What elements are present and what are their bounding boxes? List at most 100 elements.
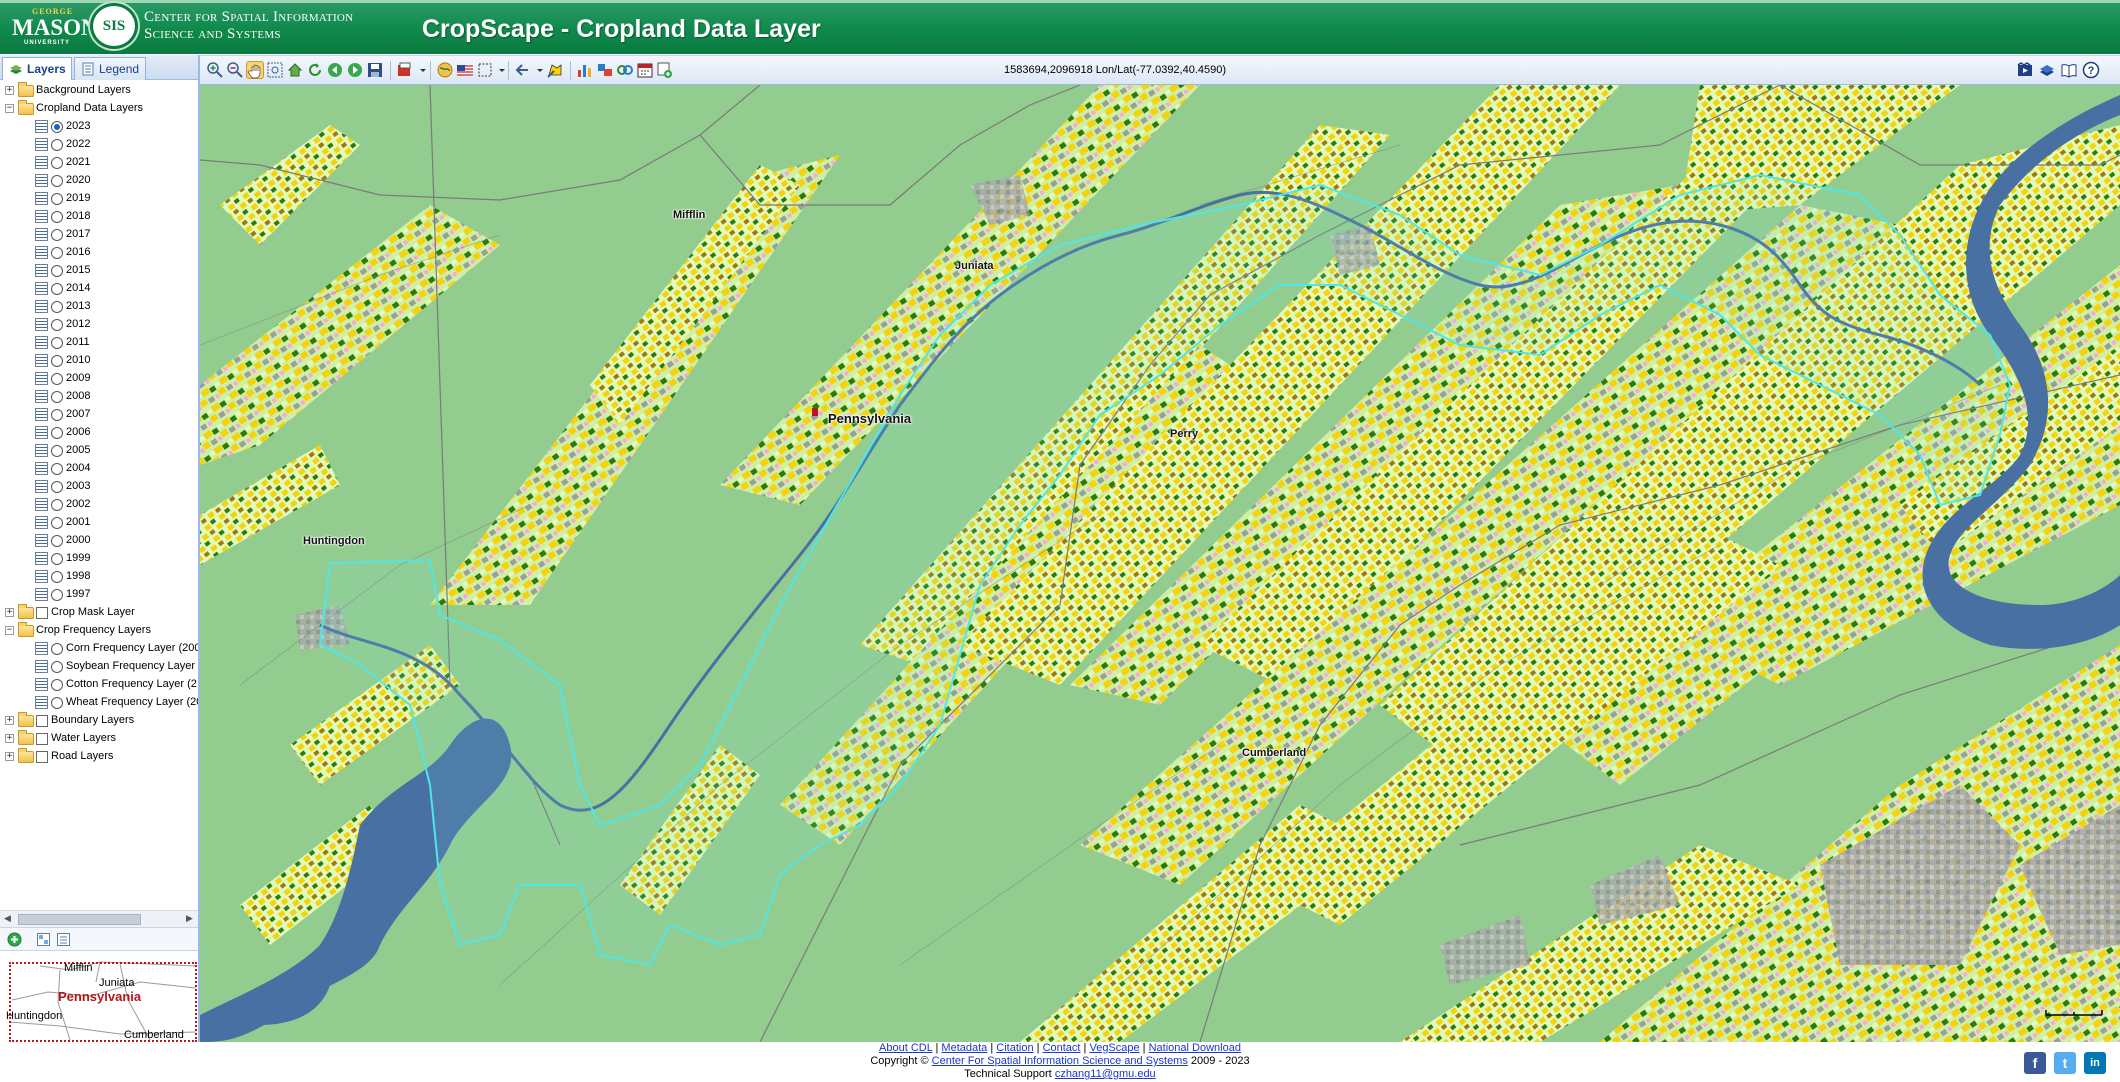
calendar-icon[interactable] xyxy=(636,61,654,79)
vegscape-link[interactable]: VegScape xyxy=(1089,1042,1139,1054)
year-radio[interactable] xyxy=(51,247,63,259)
tree-node-year[interactable]: 1999 xyxy=(0,550,198,568)
year-radio[interactable] xyxy=(51,571,63,583)
tree-node-year[interactable]: 2016 xyxy=(0,244,198,262)
layer-list-icon[interactable] xyxy=(56,932,71,947)
year-radio[interactable] xyxy=(51,229,63,241)
change-detection-icon[interactable] xyxy=(616,61,634,79)
year-radio[interactable] xyxy=(51,463,63,475)
map-view[interactable]: Mifflin Juniata Pennsylvania Perry Hunti… xyxy=(200,85,2120,1042)
tree-node-year[interactable]: 2002 xyxy=(0,496,198,514)
add-layer-icon[interactable] xyxy=(7,932,22,947)
year-radio[interactable] xyxy=(51,499,63,511)
refresh-icon[interactable] xyxy=(306,61,324,79)
help-video-icon[interactable] xyxy=(2016,61,2034,79)
tree-node-year[interactable]: 1997 xyxy=(0,586,198,604)
citation-link[interactable]: Citation xyxy=(996,1042,1033,1054)
year-radio[interactable] xyxy=(51,211,63,223)
zoom-in-icon[interactable] xyxy=(206,61,224,79)
tree-node-year[interactable]: 2012 xyxy=(0,316,198,334)
tree-node-year[interactable]: 2022 xyxy=(0,136,198,154)
tree-node-year[interactable]: 2003 xyxy=(0,478,198,496)
twitter-icon[interactable]: t xyxy=(2054,1052,2076,1074)
tree-node-year[interactable]: 2023 xyxy=(0,118,198,136)
tree-node-year[interactable]: 2009 xyxy=(0,370,198,388)
tree-node-year[interactable]: 2007 xyxy=(0,406,198,424)
year-radio[interactable] xyxy=(51,445,63,457)
tree-node-wheat-frequency[interactable]: Wheat Frequency Layer (20 xyxy=(0,694,198,712)
expand-icon[interactable]: + xyxy=(5,86,14,95)
scroll-right-icon[interactable]: ▶ xyxy=(186,914,193,924)
help-icon[interactable]: ? xyxy=(2082,61,2100,79)
national-download-link[interactable]: National Download xyxy=(1149,1042,1241,1054)
full-extent-icon[interactable] xyxy=(286,61,304,79)
year-radio[interactable] xyxy=(51,553,63,565)
tab-layers[interactable]: Layers xyxy=(2,57,72,80)
tree-node-year[interactable]: 2013 xyxy=(0,298,198,316)
csiss-logo[interactable]: SIS xyxy=(90,3,138,49)
support-email-link[interactable]: czhang11@gmu.edu xyxy=(1055,1068,1156,1080)
dropdown-arrow-icon[interactable] xyxy=(414,61,426,79)
tree-node-cotton-frequency[interactable]: Cotton Frequency Layer (2 xyxy=(0,676,198,694)
layer-properties-icon[interactable] xyxy=(36,932,51,947)
year-radio[interactable] xyxy=(51,481,63,493)
layer-checkbox[interactable] xyxy=(36,715,48,727)
tree-horizontal-scrollbar[interactable]: ◀ ▶ xyxy=(0,910,198,927)
collapse-icon[interactable]: − xyxy=(5,104,14,113)
scroll-left-icon[interactable]: ◀ xyxy=(4,914,11,924)
zoom-box-icon[interactable] xyxy=(266,61,284,79)
tree-node-year[interactable]: 2021 xyxy=(0,154,198,172)
tree-node-year[interactable]: 2017 xyxy=(0,226,198,244)
year-radio[interactable] xyxy=(51,409,63,421)
year-radio[interactable] xyxy=(51,139,63,151)
year-radio[interactable] xyxy=(51,283,63,295)
layer-checkbox[interactable] xyxy=(36,607,48,619)
year-radio[interactable] xyxy=(51,355,63,367)
us-flag-icon[interactable] xyxy=(456,61,474,79)
facebook-icon[interactable]: f xyxy=(2024,1052,2046,1074)
book-icon[interactable] xyxy=(2060,61,2078,79)
compare-icon[interactable] xyxy=(596,61,614,79)
tree-node-year[interactable]: 2000 xyxy=(0,532,198,550)
year-radio[interactable] xyxy=(51,301,63,313)
collapse-icon[interactable]: − xyxy=(5,626,14,635)
year-radio[interactable] xyxy=(51,319,63,331)
dropdown-arrow-icon[interactable] xyxy=(531,61,543,79)
year-radio[interactable] xyxy=(51,373,63,385)
statistics-chart-icon[interactable] xyxy=(576,61,594,79)
tree-node-year[interactable]: 2020 xyxy=(0,172,198,190)
year-radio[interactable] xyxy=(51,193,63,205)
tree-node-water[interactable]: + Water Layers xyxy=(0,730,198,748)
year-radio[interactable] xyxy=(51,517,63,529)
year-radio[interactable] xyxy=(51,265,63,277)
back-arrow-icon[interactable] xyxy=(326,61,344,79)
navigate-icon[interactable] xyxy=(514,61,532,79)
about-cdl-link[interactable]: About CDL xyxy=(879,1042,932,1054)
year-radio[interactable] xyxy=(51,121,63,133)
metadata-link[interactable]: Metadata xyxy=(941,1042,987,1054)
tree-node-crop-mask[interactable]: + Crop Mask Layer xyxy=(0,604,198,622)
tree-node-year[interactable]: 2001 xyxy=(0,514,198,532)
linkedin-icon[interactable]: in xyxy=(2084,1052,2106,1074)
tree-node-year[interactable]: 2018 xyxy=(0,208,198,226)
pan-hand-icon[interactable] xyxy=(246,61,264,79)
globe-icon[interactable] xyxy=(436,61,454,79)
expand-icon[interactable]: + xyxy=(5,734,14,743)
layer-radio[interactable] xyxy=(51,679,63,691)
tree-node-cdl[interactable]: − Cropland Data Layers xyxy=(0,100,198,118)
define-aoi-icon[interactable] xyxy=(546,61,564,79)
tree-node-year[interactable]: 1998 xyxy=(0,568,198,586)
layer-radio[interactable] xyxy=(51,697,63,709)
tree-node-road[interactable]: + Road Layers xyxy=(0,748,198,766)
tree-node-corn-frequency[interactable]: Corn Frequency Layer (200 xyxy=(0,640,198,658)
year-radio[interactable] xyxy=(51,175,63,187)
expand-icon[interactable]: + xyxy=(5,716,14,725)
layer-checkbox[interactable] xyxy=(36,751,48,763)
tree-node-year[interactable]: 2004 xyxy=(0,460,198,478)
tree-node-year[interactable]: 2015 xyxy=(0,262,198,280)
export-icon[interactable] xyxy=(396,61,414,79)
overview-map[interactable]: Mifflin Juniata Pennsylvania Huntingdon … xyxy=(0,952,198,1042)
tree-node-year[interactable]: 2014 xyxy=(0,280,198,298)
scrollbar-thumb[interactable] xyxy=(18,914,141,925)
contact-link[interactable]: Contact xyxy=(1043,1042,1081,1054)
